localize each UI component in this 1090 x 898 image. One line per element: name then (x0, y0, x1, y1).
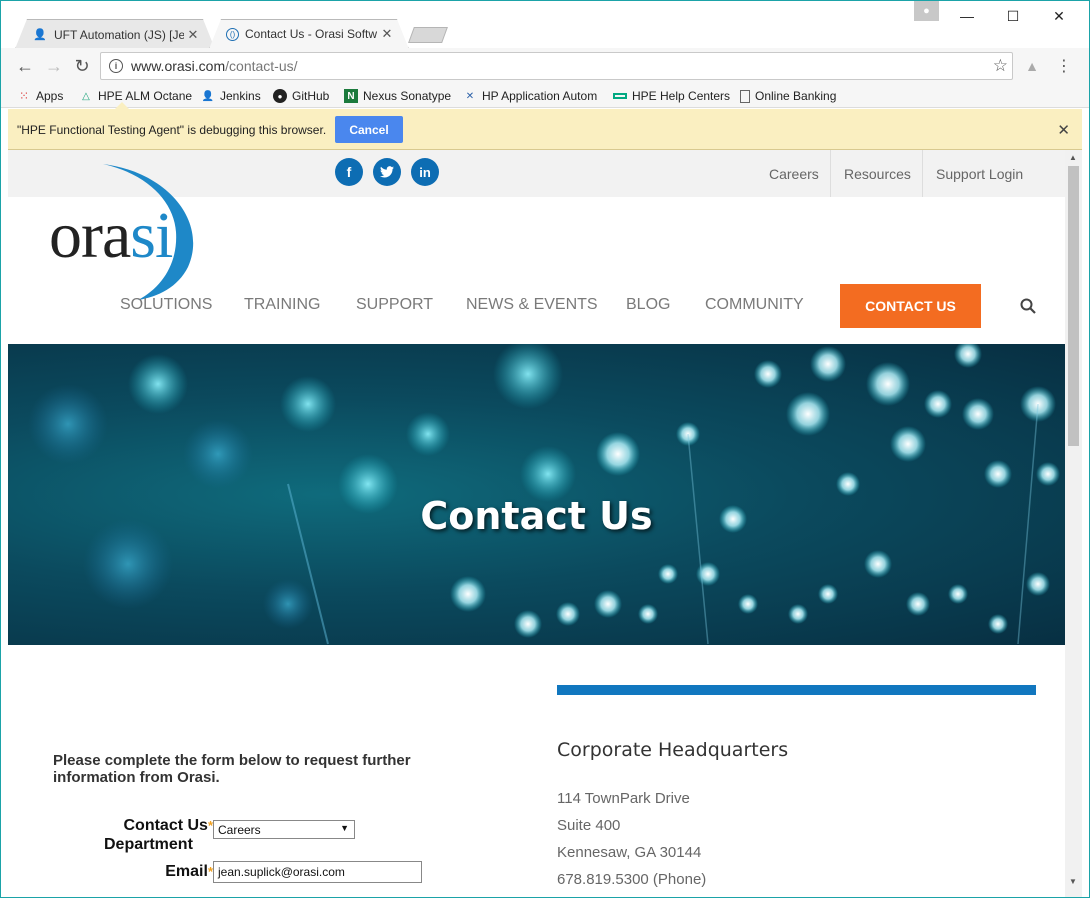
email-field[interactable]: jean.suplick@orasi.com (213, 861, 422, 883)
cancel-button[interactable]: Cancel (335, 116, 403, 143)
forward-arrow-icon[interactable]: → (41, 53, 67, 79)
email-label-text: Email (165, 863, 208, 880)
bookmark-star-icon[interactable]: ☆ (993, 56, 1008, 76)
back-arrow-icon[interactable]: ← (12, 53, 38, 79)
dept-label-line2: Department (104, 836, 193, 853)
bookmark-jenkins[interactable]: 👤 Jenkins (201, 87, 261, 105)
url-path: /contact-us/ (225, 58, 298, 74)
browser-window: 👤 UFT Automation (JS) [Jen ✕ () Contact … (1, 1, 1089, 897)
bookmark-label: Nexus Sonatype (363, 89, 452, 103)
window-border (1082, 109, 1089, 897)
dept-label: Contact Us* (103, 817, 213, 835)
reload-icon[interactable]: ↻ (69, 53, 95, 79)
tab-contact-us[interactable]: () Contact Us - Orasi Softw ✕ (209, 19, 409, 49)
bookmark-nexus[interactable]: N Nexus Sonatype (344, 87, 451, 105)
email-label: Email* (103, 863, 213, 881)
toplink-careers[interactable]: Careers (756, 150, 832, 197)
form-intro: Please complete the form below to reques… (53, 752, 411, 786)
close-tab-icon[interactable]: ✕ (184, 27, 202, 43)
hero-title: Contact Us (420, 494, 653, 538)
orasi-favicon-icon: () (226, 27, 239, 41)
apps-grid-icon: ⁙ (18, 89, 30, 103)
jenkins-icon: 👤 (201, 90, 215, 102)
browser-toolbar: ← → ↻ i www.orasi.com/contact-us/ ☆ ▲ ⋮ (1, 48, 1089, 84)
bookmark-label: Online Banking (755, 89, 837, 103)
drive-extension-icon[interactable]: ▲ (1019, 53, 1045, 79)
hq-title: Corporate Headquarters (557, 739, 789, 761)
infobar-message: "HPE Functional Testing Agent" is debugg… (17, 123, 327, 137)
bookmark-label: GitHub (292, 89, 330, 103)
hp-tools-icon: ✕ (465, 90, 475, 102)
page-viewport: f in Careers Resources Support Login ora… (8, 150, 1065, 897)
scroll-down-icon[interactable]: ▼ (1069, 877, 1077, 886)
page-scrollbar[interactable]: ▲ ▼ (1065, 150, 1082, 897)
hq-address-line: Kennesaw, GA 30144 (557, 844, 702, 861)
tab-title: UFT Automation (JS) [Jen (54, 27, 184, 42)
bookmark-label: HP Application Autom (482, 89, 598, 103)
profile-icon[interactable]: ● (914, 1, 939, 21)
logo-text-ora: ora (49, 199, 131, 272)
chevron-down-icon: ▼ (340, 823, 349, 833)
contact-us-button[interactable]: CONTACT US (840, 284, 981, 328)
address-bar[interactable]: i www.orasi.com/contact-us/ ☆ (100, 52, 1013, 80)
nexus-icon: N (344, 89, 358, 103)
nav-support[interactable]: SUPPORT (356, 296, 433, 314)
maximize-icon[interactable]: ☐ (990, 3, 1036, 29)
nav-blog[interactable]: BLOG (626, 296, 670, 314)
hq-divider (557, 685, 1036, 695)
bookmark-hpe-help[interactable]: HPE Help Centers (613, 87, 730, 105)
toplink-resources[interactable]: Resources (830, 150, 924, 197)
tab-title: Contact Us - Orasi Softw (245, 27, 378, 41)
linkedin-icon[interactable]: in (411, 158, 439, 186)
bookmark-label: Jenkins (220, 89, 261, 103)
bookmark-label: Apps (36, 89, 64, 103)
bookmark-github[interactable]: ● GitHub (273, 87, 329, 105)
close-tab-icon[interactable]: ✕ (378, 26, 396, 42)
dept-label-text: Contact Us (123, 817, 208, 834)
bookmark-online-banking[interactable]: Online Banking (740, 87, 836, 105)
nav-solutions[interactable]: SOLUTIONS (120, 296, 212, 314)
close-infobar-icon[interactable]: ✕ (1057, 121, 1070, 139)
bookmark-apps[interactable]: ⁙ Apps (17, 87, 63, 105)
hq-address-line: Suite 400 (557, 817, 621, 834)
facebook-icon[interactable]: f (335, 158, 363, 186)
url-host: www.orasi.com (131, 58, 226, 74)
scroll-up-icon[interactable]: ▲ (1069, 153, 1077, 162)
orasi-logo[interactable]: orasi (49, 198, 173, 274)
nav-news-events[interactable]: NEWS & EVENTS (466, 296, 598, 314)
new-tab-button[interactable] (408, 27, 448, 43)
minimize-icon[interactable]: — (944, 3, 990, 29)
nav-community[interactable]: COMMUNITY (705, 296, 804, 314)
department-select[interactable]: Careers ▼ (213, 820, 355, 839)
toplink-support-login[interactable]: Support Login (922, 150, 1036, 197)
close-window-icon[interactable]: ✕ (1036, 3, 1082, 29)
site-info-icon[interactable]: i (109, 59, 123, 73)
nav-training[interactable]: TRAINING (244, 296, 320, 314)
github-icon: ● (273, 89, 287, 103)
jenkins-favicon-icon: 👤 (33, 29, 47, 41)
debugging-infobar: "HPE Functional Testing Agent" is debugg… (8, 109, 1082, 150)
bookmark-label: HPE ALM Octane (98, 89, 193, 103)
scrollbar-thumb[interactable] (1068, 166, 1079, 446)
menu-kebab-icon[interactable]: ⋮ (1051, 53, 1077, 79)
hq-address-line: 114 TownPark Drive (557, 790, 690, 807)
search-icon[interactable] (1020, 298, 1036, 314)
tab-strip: 👤 UFT Automation (JS) [Jen ✕ () Contact … (1, 1, 1089, 49)
hq-phone: 678.819.5300 (Phone) (557, 871, 707, 888)
tab-uft-automation[interactable]: 👤 UFT Automation (JS) [Jen ✕ (15, 19, 215, 49)
page-icon (740, 89, 750, 103)
bookmark-label: HPE Help Centers (632, 89, 731, 103)
octane-icon: △ (82, 90, 90, 102)
department-select-value: Careers (218, 822, 261, 837)
contact-content: Please complete the form below to reques… (8, 645, 1065, 897)
twitter-icon[interactable] (373, 158, 401, 186)
logo-text-si: si (130, 199, 173, 272)
hero-banner: Contact Us (8, 344, 1065, 645)
bookmark-hpe-alm-octane[interactable]: △ HPE ALM Octane (79, 87, 192, 105)
hpe-logo-icon (613, 93, 627, 99)
bookmark-hp-app-automation[interactable]: ✕ HP Application Autom (463, 87, 601, 105)
bookmarks-bar: ⁙ Apps △ HPE ALM Octane 👤 Jenkins ● GitH… (1, 84, 1089, 108)
